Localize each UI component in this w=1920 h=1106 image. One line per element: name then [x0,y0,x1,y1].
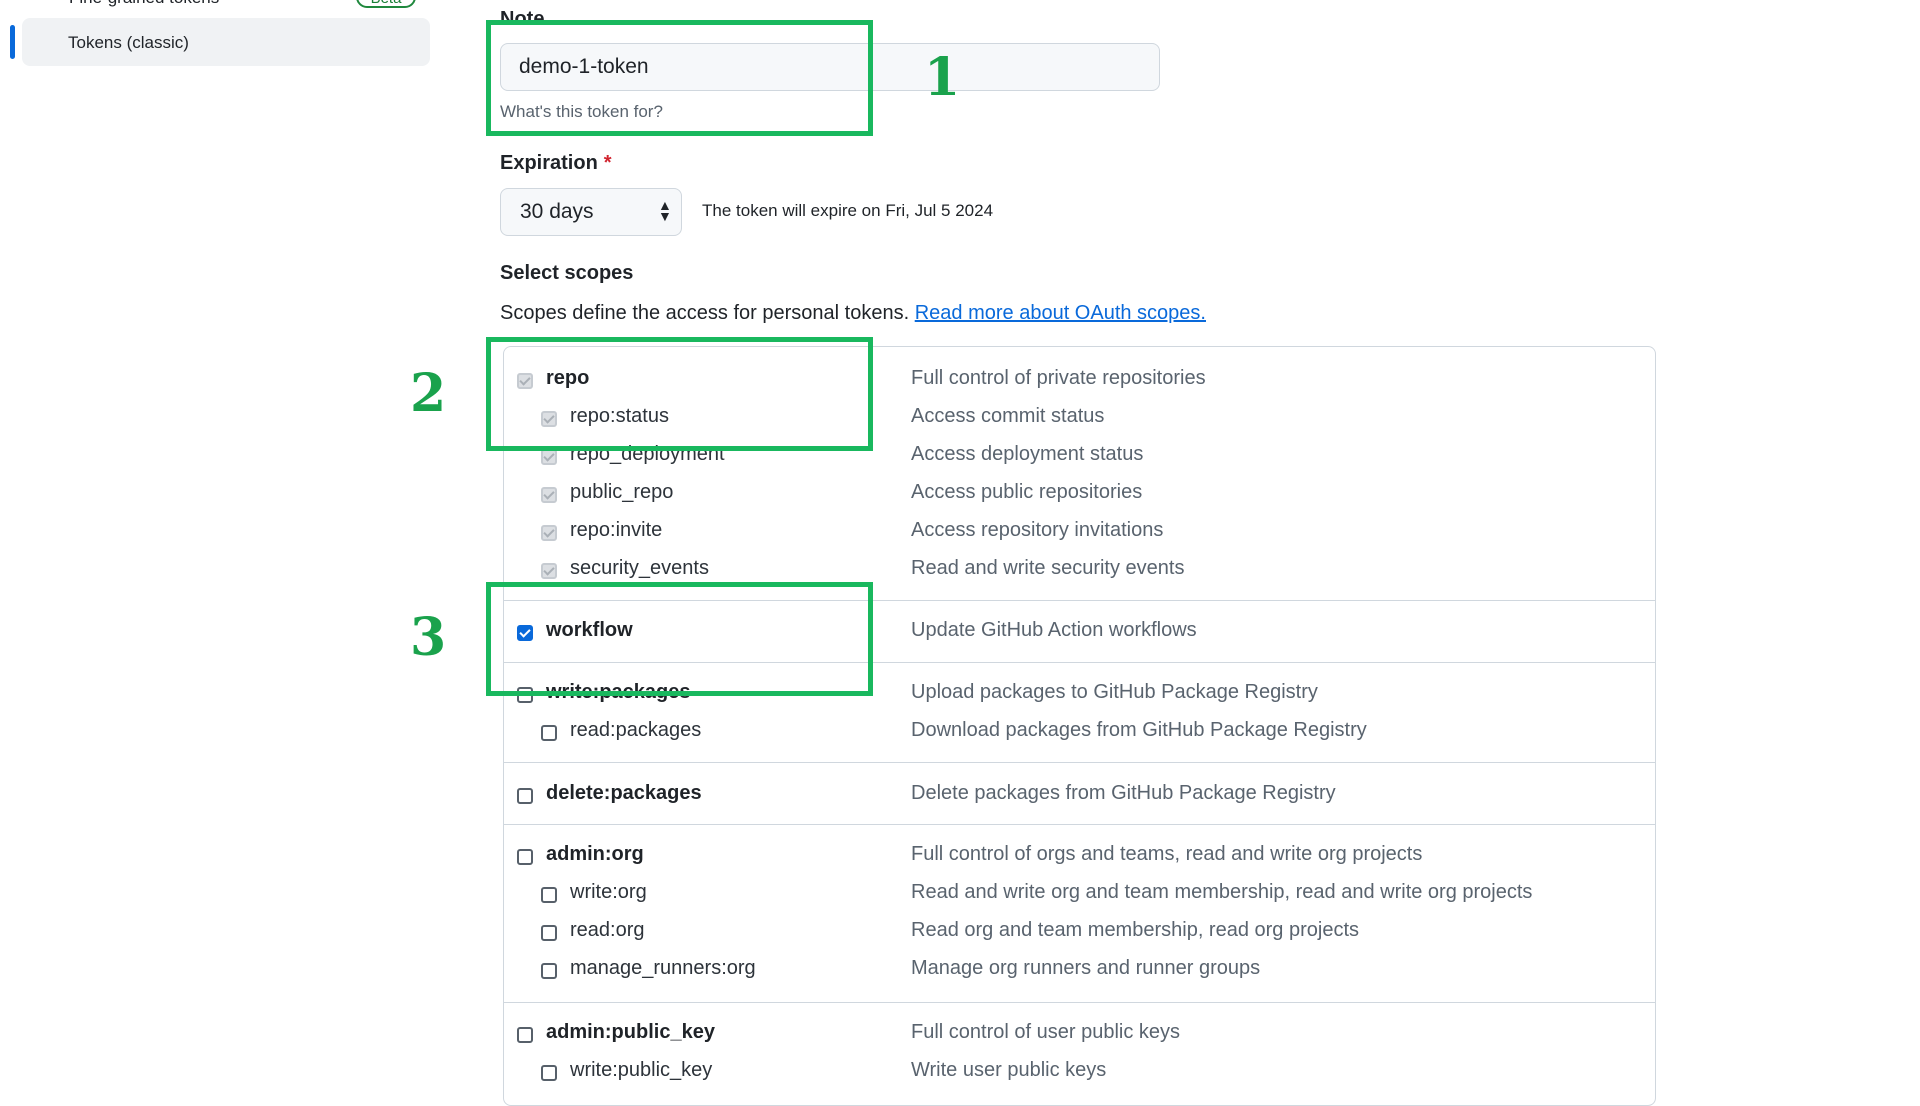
scope-description: Read org and team membership, read org p… [911,919,1360,941]
active-indicator [10,25,15,59]
scope-name: repo:invite [570,519,663,541]
scope-group-divider [504,1002,1655,1003]
checkmark-icon [543,488,555,500]
scope-description: Read and write org and team membership, … [911,881,1533,903]
scope-description: Access public repositories [911,481,1143,503]
scope-name: write:public_key [570,1059,713,1081]
sidebar-item-label: Tokens (classic) [68,33,189,52]
required-asterisk: * [603,152,612,174]
highlight-box-1 [486,20,873,136]
scope-checkbox[interactable] [517,788,533,804]
scope-checkbox[interactable] [541,963,557,979]
scope-description: Manage org runners and runner groups [911,957,1261,979]
scope-name: security_events [570,557,709,579]
scope-description: Read and write security events [911,557,1185,579]
scope-checkbox [541,487,557,503]
scope-checkbox [541,563,557,579]
scope-description: Upload packages to GitHub Package Regist… [911,681,1318,703]
scope-description: Download packages from GitHub Package Re… [911,719,1367,741]
scope-name: admin:public_key [546,1021,715,1043]
scope-name: public_repo [570,481,674,503]
expiration-label-text: Expiration [500,152,598,174]
scope-description: Delete packages from GitHub Package Regi… [911,782,1336,804]
select-caret-icon: ▲ ▼ [658,197,672,224]
scope-name: read:org [570,919,645,941]
select-scopes-heading: Select scopes [500,262,634,284]
scope-name: admin:org [546,843,644,865]
expiration-select-value: 30 days [520,200,594,223]
scope-description: Access commit status [911,405,1105,427]
scope-group-divider [504,762,1655,763]
checkmark-icon [543,450,555,462]
annotation-marker-3: 3 [410,607,447,668]
scope-checkbox[interactable] [541,725,557,741]
scope-description: Full control of private repositories [911,367,1206,389]
expiration-label: Expiration * [500,152,612,175]
highlight-box-3 [486,582,873,696]
annotation-marker-1: 1 [924,47,961,108]
scope-checkbox[interactable] [517,1027,533,1043]
annotation-marker-2: 2 [410,363,447,424]
scope-name: manage_runners:org [570,957,756,979]
scope-checkbox[interactable] [517,849,533,865]
scope-checkbox[interactable] [541,887,557,903]
scopes-description: Scopes define the access for personal to… [500,302,1206,325]
scope-description: Full control of user public keys [911,1021,1181,1043]
scope-description: Access repository invitations [911,519,1164,541]
scope-description: Full control of orgs and teams, read and… [911,843,1423,865]
oauth-scopes-link[interactable]: Read more about OAuth scopes. [915,302,1206,324]
scope-name: read:packages [570,719,702,741]
scopes-description-text: Scopes define the access for personal to… [500,302,910,324]
scope-description: Access deployment status [911,443,1144,465]
scope-checkbox [541,449,557,465]
checkmark-icon [543,526,555,538]
sidebar-item-fine-grained-tokens[interactable]: Fine-grained tokens [69,0,219,8]
checkmark-icon [543,564,555,576]
scope-checkbox[interactable] [541,925,557,941]
expiration-note: The token will expire on Fri, Jul 5 2024 [702,201,994,220]
scope-description: Update GitHub Action workflows [911,619,1197,641]
scope-group-divider [504,824,1655,825]
scope-name: delete:packages [546,782,702,804]
highlight-box-2 [486,337,873,451]
scope-checkbox[interactable] [541,1065,557,1081]
scope-checkbox [541,525,557,541]
scope-description: Write user public keys [911,1059,1107,1081]
scope-name: write:org [570,881,647,903]
beta-badge: Beta [356,0,416,8]
